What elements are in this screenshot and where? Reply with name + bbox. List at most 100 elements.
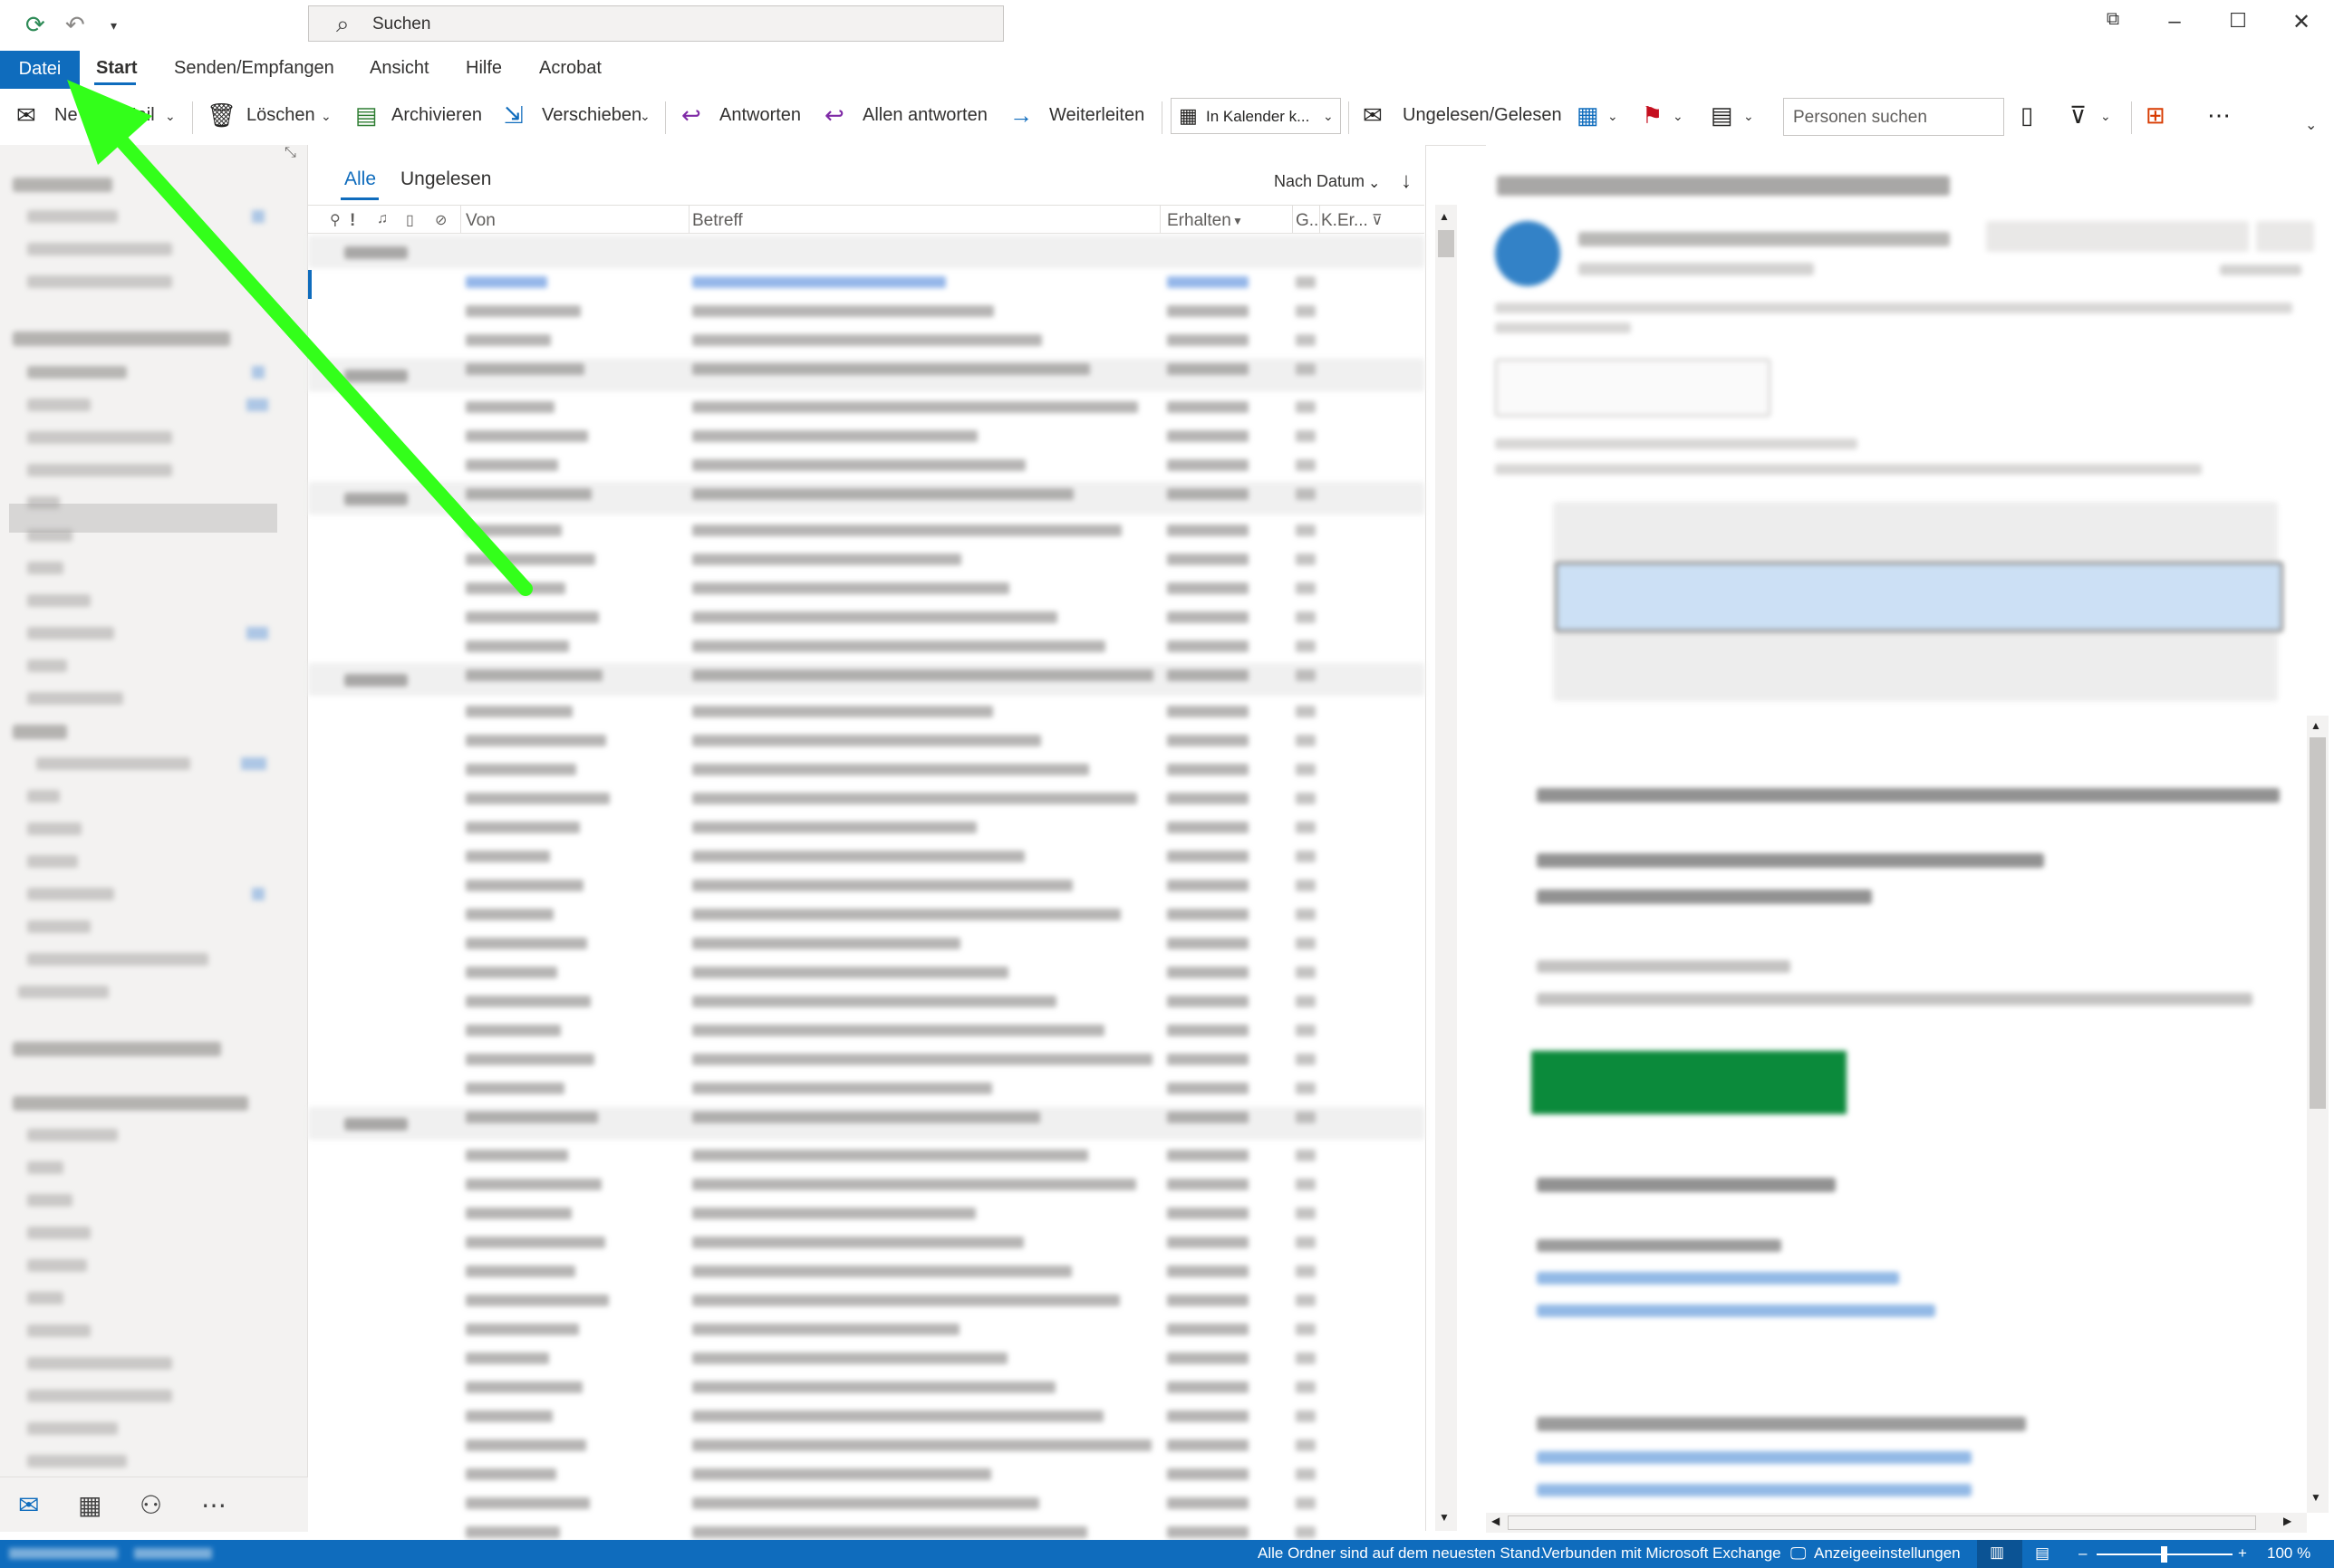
message-row[interactable] [308, 1315, 1424, 1344]
message-row[interactable] [308, 755, 1424, 784]
message-row[interactable] [308, 451, 1424, 480]
message-row[interactable] [308, 958, 1424, 987]
message-row[interactable] [308, 929, 1424, 958]
zoom-in-icon[interactable]: + [2238, 1544, 2247, 1563]
scroll-left-icon[interactable]: ◀ [1491, 1515, 1500, 1527]
message-row[interactable] [308, 1074, 1424, 1103]
attachment-card[interactable] [1495, 359, 1770, 417]
reading-pane-hscrollbar[interactable]: ◀ ▶ [1486, 1513, 2307, 1533]
meeting-link[interactable] [1537, 1484, 1972, 1496]
message-row[interactable] [308, 355, 1424, 384]
message-row[interactable] [308, 784, 1424, 813]
message-row[interactable] [308, 297, 1424, 326]
reading-view-icon[interactable]: ▤ [2035, 1544, 2049, 1563]
calendar-event-block[interactable] [1555, 562, 2283, 632]
message-row[interactable] [308, 1199, 1424, 1228]
selected-message-indicator [308, 270, 312, 299]
message-size [1296, 401, 1316, 413]
message-row[interactable] [308, 871, 1424, 900]
date-group-header[interactable] [308, 236, 1424, 268]
message-row[interactable] [308, 900, 1424, 929]
scrollbar-thumb[interactable] [1438, 230, 1454, 257]
body-text [1537, 1239, 1781, 1252]
message-row[interactable] [308, 422, 1424, 451]
message-subject [692, 1497, 1039, 1509]
message-row[interactable] [308, 842, 1424, 871]
more-actions-button[interactable] [2256, 221, 2314, 252]
message-received [1167, 764, 1249, 775]
hscrollbar-thumb[interactable] [1508, 1515, 2256, 1530]
message-row[interactable] [308, 1286, 1424, 1315]
join-meeting-button[interactable] [1531, 1051, 1847, 1114]
meeting-link[interactable] [1537, 1304, 1935, 1317]
scroll-right-icon[interactable]: ▶ [2283, 1515, 2291, 1527]
message-row[interactable] [308, 1045, 1424, 1074]
message-row[interactable] [308, 1170, 1424, 1199]
message-sender [466, 640, 569, 652]
meeting-link[interactable] [1537, 1272, 1899, 1284]
message-row[interactable] [308, 1402, 1424, 1431]
message-received [1167, 967, 1249, 978]
message-subject [692, 967, 1008, 978]
message-row[interactable] [308, 987, 1424, 1016]
scroll-down-icon[interactable]: ▼ [1439, 1511, 1450, 1524]
zoom-slider-thumb[interactable] [2161, 1546, 2167, 1563]
display-settings-button[interactable]: Anzeigeeinstellungen [1814, 1544, 1961, 1563]
message-size [1296, 1150, 1316, 1161]
message-row[interactable] [308, 393, 1424, 422]
scroll-up-icon[interactable]: ▲ [2310, 719, 2321, 732]
scroll-down-icon[interactable]: ▼ [2310, 1491, 2321, 1504]
sender-name[interactable] [1578, 232, 1950, 246]
message-sender [466, 1468, 556, 1480]
message-sender [466, 459, 558, 471]
message-row[interactable] [308, 1141, 1424, 1170]
message-received [1167, 706, 1249, 717]
zoom-out-icon[interactable]: – [2078, 1544, 2087, 1563]
message-row[interactable] [308, 603, 1424, 632]
message-row[interactable] [308, 545, 1424, 574]
message-row[interactable] [308, 1103, 1424, 1132]
message-row[interactable] [308, 697, 1424, 726]
message-row[interactable] [308, 1373, 1424, 1402]
scroll-up-icon[interactable]: ▲ [1439, 210, 1450, 223]
message-row[interactable] [308, 480, 1424, 509]
reading-pane-scrollbar[interactable]: ▲ ▼ [2307, 716, 2329, 1513]
message-row[interactable] [308, 1489, 1424, 1518]
reading-pane-content[interactable] [1486, 145, 2334, 1531]
message-row[interactable] [308, 268, 1424, 297]
message-row[interactable] [308, 516, 1424, 545]
response-buttons[interactable] [1986, 221, 2249, 252]
message-size [1296, 793, 1316, 804]
message-row[interactable] [308, 1016, 1424, 1045]
message-row[interactable] [308, 1257, 1424, 1286]
message-sender [466, 611, 599, 623]
message-row[interactable] [308, 1344, 1424, 1373]
message-row[interactable] [308, 1228, 1424, 1257]
display-settings-icon[interactable]: 🖵 [1790, 1544, 1806, 1563]
message-row[interactable] [308, 574, 1424, 603]
message-subject [692, 1526, 1087, 1538]
message-row[interactable] [308, 632, 1424, 661]
message-received [1167, 334, 1249, 346]
meeting-link[interactable] [1537, 1451, 1972, 1464]
message-list-scrollbar[interactable]: ▲ ▼ [1435, 205, 1457, 1531]
message-size [1296, 1236, 1316, 1248]
message-row[interactable] [308, 1460, 1424, 1489]
normal-view-button[interactable]: ▥ [1977, 1540, 2022, 1568]
status-unread-count [134, 1548, 212, 1559]
message-row[interactable] [308, 726, 1424, 755]
message-row[interactable] [308, 326, 1424, 355]
sender-avatar[interactable] [1495, 221, 1560, 286]
message-received [1167, 1265, 1249, 1277]
message-received [1167, 909, 1249, 920]
message-size [1296, 553, 1316, 565]
message-received [1167, 1410, 1249, 1422]
message-size [1296, 1265, 1316, 1277]
scrollbar-thumb[interactable] [2310, 737, 2326, 1109]
message-row[interactable] [308, 1431, 1424, 1460]
message-subject [692, 1236, 1024, 1248]
message-row[interactable] [308, 661, 1424, 690]
message-subject [692, 640, 1105, 652]
message-received [1167, 276, 1249, 288]
message-row[interactable] [308, 813, 1424, 842]
